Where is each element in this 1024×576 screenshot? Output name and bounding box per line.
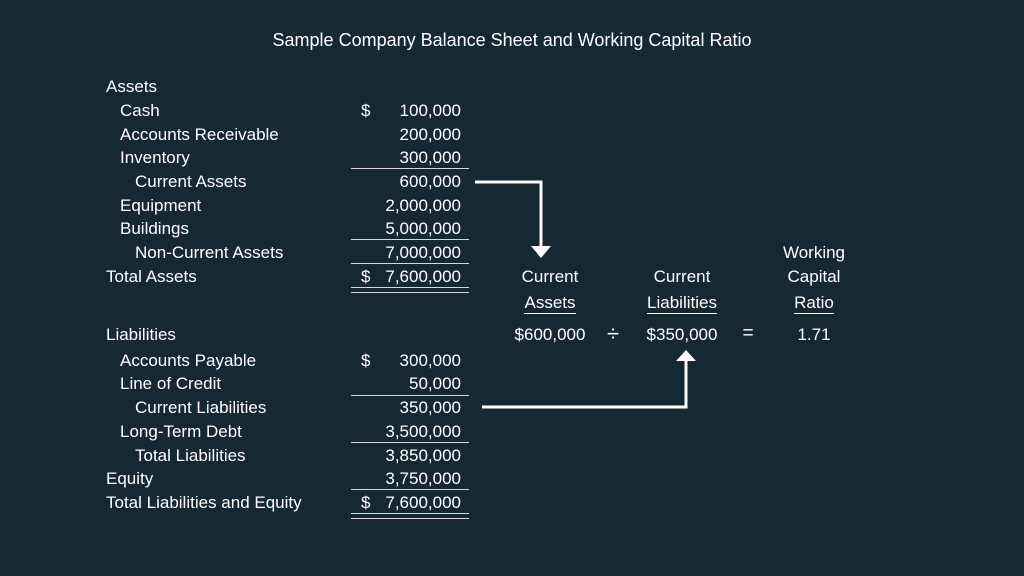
current-liabilities-arrow-icon (482, 350, 696, 409)
arrows-layer (475, 180, 696, 409)
current-assets-arrow-icon (475, 180, 551, 258)
